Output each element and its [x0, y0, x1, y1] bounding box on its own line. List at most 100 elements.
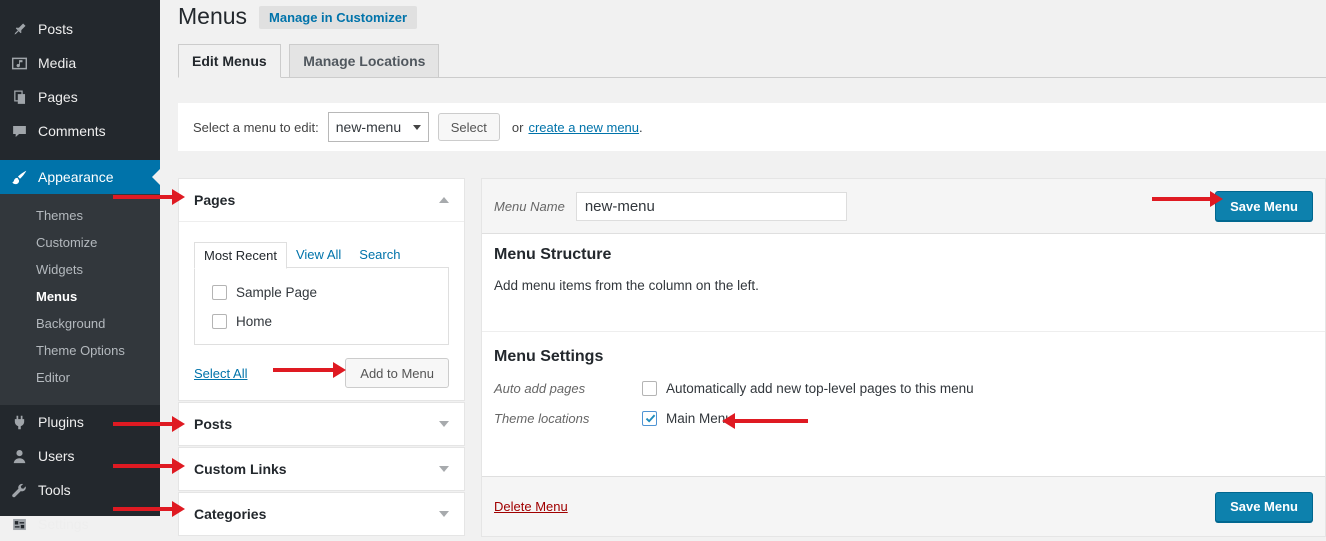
tab-most-recent[interactable]: Most Recent [194, 242, 287, 269]
menus-tab-bar: Edit Menus Manage Locations [178, 44, 1326, 78]
sidebar-item-comments[interactable]: Comments [0, 114, 160, 148]
sidebar-item-tools[interactable]: Tools [0, 473, 160, 507]
appearance-submenu: Themes Customize Widgets Menus Backgroun… [0, 194, 160, 405]
expand-arrow-icon[interactable] [439, 421, 449, 427]
save-menu-button-top[interactable]: Save Menu [1215, 191, 1313, 221]
pages-panel-header[interactable]: Pages [179, 179, 464, 221]
custom-links-panel: Custom Links [178, 447, 465, 491]
pages-icon [9, 87, 29, 107]
pushpin-icon [9, 19, 29, 39]
manage-in-customizer-button[interactable]: Manage in Customizer [259, 6, 417, 29]
auto-add-pages-label: Auto add pages [494, 381, 642, 396]
submenu-item-widgets[interactable]: Widgets [0, 256, 160, 283]
checkbox-label[interactable]: Sample Page [236, 285, 317, 300]
create-new-menu-link[interactable]: create a new menu [528, 120, 639, 135]
expand-arrow-icon[interactable] [439, 466, 449, 472]
plug-icon [9, 412, 29, 432]
categories-panel-title: Categories [194, 506, 266, 522]
sidebar-item-settings[interactable]: Settings [0, 507, 160, 541]
checkbox-label[interactable]: Home [236, 314, 272, 329]
sidebar-item-pages[interactable]: Pages [0, 80, 160, 114]
tab-view-all[interactable]: View All [287, 242, 350, 268]
sample-page-checkbox[interactable] [212, 285, 227, 300]
sidebar-item-label: Pages [38, 89, 78, 105]
main-menu-checkbox[interactable] [642, 411, 657, 426]
posts-panel: Posts [178, 402, 465, 446]
page-title: Menus [178, 3, 247, 30]
menu-name-input[interactable] [576, 192, 847, 221]
pages-panel: Pages Most Recent View All Search Sample… [178, 178, 465, 401]
menu-editor-body: Menu Structure Add menu items from the c… [482, 234, 1325, 476]
menu-select-dropdown[interactable]: new-menu [328, 112, 429, 142]
menu-select-value: new-menu [336, 119, 401, 135]
sidebar-item-appearance[interactable]: Appearance [0, 160, 160, 194]
tab-edit-menus[interactable]: Edit Menus [178, 44, 281, 78]
main-content: Menus Manage in Customizer Edit Menus Ma… [160, 0, 1326, 516]
submenu-item-background[interactable]: Background [0, 310, 160, 337]
posts-panel-header[interactable]: Posts [179, 403, 464, 445]
tab-manage-locations[interactable]: Manage Locations [289, 44, 439, 78]
categories-panel-header[interactable]: Categories [179, 493, 464, 535]
menu-structure-description: Add menu items from the column on the le… [494, 278, 1313, 293]
menu-settings-heading: Menu Settings [494, 348, 1313, 366]
comment-bubble-icon [9, 121, 29, 141]
submenu-item-themes[interactable]: Themes [0, 202, 160, 229]
menu-item-sources-column: Pages Most Recent View All Search Sample… [178, 178, 465, 536]
home-checkbox[interactable] [212, 314, 227, 329]
sidebar-item-label: Tools [38, 482, 71, 498]
paintbrush-icon [9, 167, 29, 187]
or-text: or [512, 120, 524, 135]
sidebar-item-label: Posts [38, 21, 73, 37]
theme-locations-row: Theme locations Main Menu [494, 411, 1313, 426]
save-menu-button-bottom[interactable]: Save Menu [1215, 492, 1313, 522]
menu-name-bar: Menu Name Save Menu [482, 179, 1325, 234]
sidebar-item-plugins[interactable]: Plugins [0, 405, 160, 439]
custom-links-panel-header[interactable]: Custom Links [179, 448, 464, 490]
menu-editor-panel: Menu Name Save Menu Menu Structure Add m… [481, 178, 1326, 537]
theme-locations-label: Theme locations [494, 411, 642, 426]
menu-editor-footer: Delete Menu Save Menu [482, 476, 1325, 536]
user-icon [9, 446, 29, 466]
menu-editor-column: Menu Name Save Menu Menu Structure Add m… [481, 178, 1326, 537]
submenu-item-menus[interactable]: Menus [0, 283, 160, 310]
sidebar-item-label: Appearance [38, 169, 114, 185]
submenu-item-customize[interactable]: Customize [0, 229, 160, 256]
pages-panel-tabs: Most Recent View All Search [194, 242, 449, 268]
tab-search[interactable]: Search [350, 242, 409, 268]
media-icon [9, 53, 29, 73]
sidebar-item-media[interactable]: Media [0, 46, 160, 80]
page-checkbox-row[interactable]: Sample Page [205, 280, 438, 305]
submenu-item-theme-options[interactable]: Theme Options [0, 337, 160, 364]
pages-panel-body: Most Recent View All Search Sample Page … [179, 221, 464, 400]
pages-panel-title: Pages [194, 192, 235, 208]
auto-add-pages-option-label[interactable]: Automatically add new top-level pages to… [666, 381, 974, 396]
menu-select-label: Select a menu to edit: [193, 120, 319, 135]
categories-panel: Categories [178, 492, 465, 536]
custom-links-panel-title: Custom Links [194, 461, 287, 477]
collapse-arrow-icon[interactable] [439, 197, 449, 203]
delete-menu-link[interactable]: Delete Menu [494, 499, 568, 514]
sidebar-item-posts[interactable]: Posts [0, 12, 160, 46]
sidebar-item-label: Settings [38, 516, 89, 532]
dropdown-arrow-icon [413, 125, 421, 130]
main-menu-option-label[interactable]: Main Menu [666, 411, 733, 426]
sentence-period: . [639, 120, 643, 135]
posts-panel-title: Posts [194, 416, 232, 432]
menu-name-label: Menu Name [494, 199, 565, 214]
submenu-item-editor[interactable]: Editor [0, 364, 160, 391]
add-to-menu-button[interactable]: Add to Menu [345, 358, 449, 388]
menu-select-bar: Select a menu to edit: new-menu Select o… [178, 103, 1326, 151]
sidebar-item-label: Users [38, 448, 75, 464]
sidebar-item-users[interactable]: Users [0, 439, 160, 473]
select-all-link[interactable]: Select All [194, 366, 247, 381]
auto-add-pages-checkbox[interactable] [642, 381, 657, 396]
auto-add-pages-row: Auto add pages Automatically add new top… [494, 381, 1313, 396]
pages-checklist: Sample Page Home [194, 267, 449, 345]
wrench-icon [9, 480, 29, 500]
expand-arrow-icon[interactable] [439, 511, 449, 517]
section-divider [482, 331, 1325, 332]
sidebar-item-label: Comments [38, 123, 106, 139]
page-checkbox-row[interactable]: Home [205, 309, 438, 334]
checkmark-icon [644, 413, 656, 425]
select-menu-button[interactable]: Select [438, 113, 500, 141]
